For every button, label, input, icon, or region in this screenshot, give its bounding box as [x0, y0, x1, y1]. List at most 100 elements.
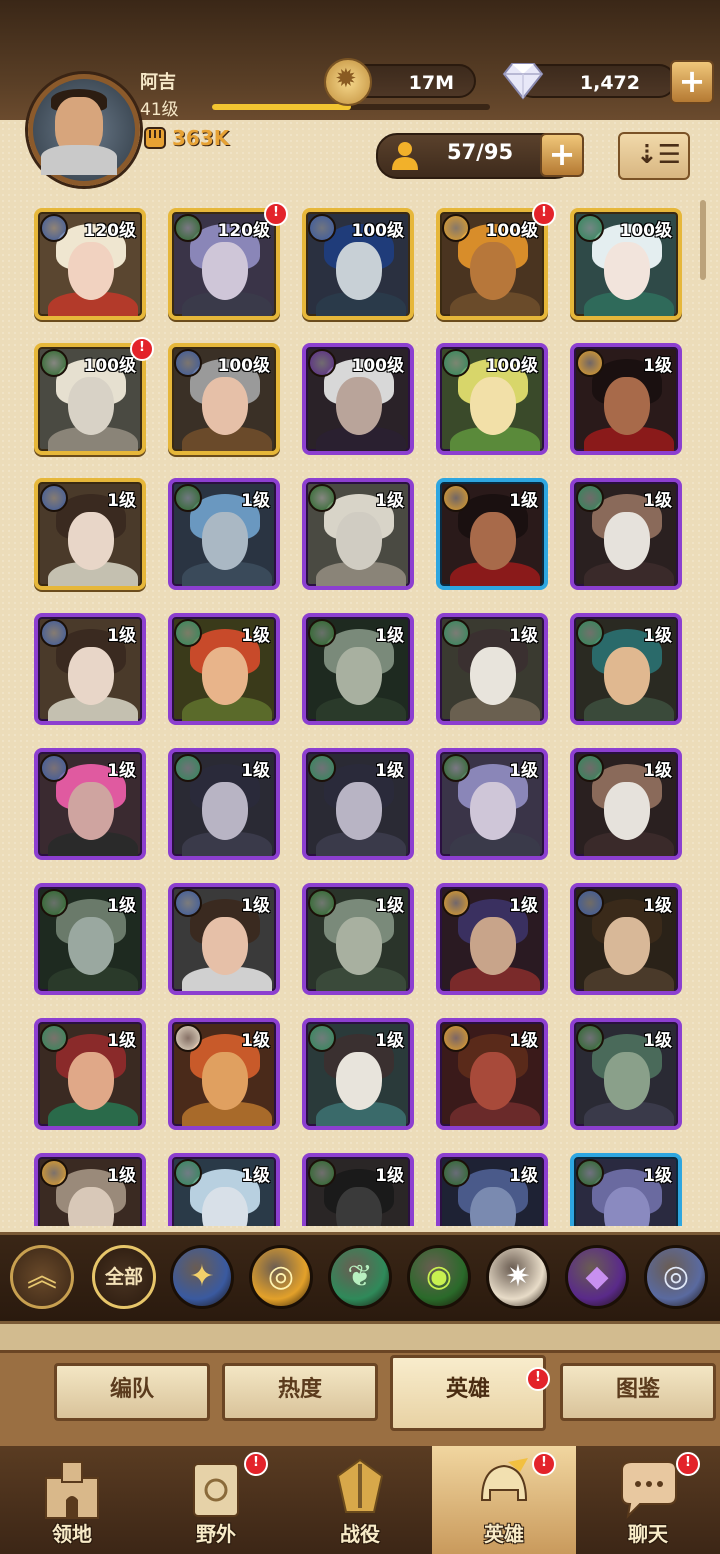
hero-card[interactable]: 1级 — [302, 613, 414, 725]
hero-card[interactable]: 1级 — [570, 1153, 682, 1226]
filter-graveborn-button[interactable]: ◉ — [407, 1245, 471, 1309]
hero-card[interactable]: 100级 — [34, 343, 146, 455]
hero-portrait-face — [202, 242, 248, 300]
faction-wilder-icon — [442, 619, 470, 647]
hero-level: 1级 — [509, 761, 538, 781]
faction-graveborn-icon — [308, 619, 336, 647]
hero-portrait-face — [470, 782, 516, 840]
filter-celestial-alt-button[interactable]: ◎ — [644, 1245, 708, 1309]
hero-card[interactable]: 1级 — [34, 748, 146, 860]
nav-wilds[interactable]: 野外 ! — [144, 1446, 288, 1554]
filter-dimensional-button[interactable]: ✷ — [486, 1245, 550, 1309]
hero-portrait-face — [604, 782, 650, 840]
nav-campaign-label: 战役 — [340, 1522, 380, 1546]
subtab-formation[interactable]: 编队 — [54, 1363, 210, 1421]
filter-wilder-button[interactable]: ❦ — [328, 1245, 392, 1309]
hero-card[interactable]: 1级 — [168, 1018, 280, 1130]
hero-card[interactable]: 100级 — [168, 343, 280, 455]
hero-card[interactable]: 1级 — [436, 478, 548, 590]
hero-card[interactable]: 1级 — [570, 1018, 682, 1130]
hero-card[interactable]: 1级 — [436, 1018, 548, 1130]
nav-chat[interactable]: 聊天 ! — [576, 1446, 720, 1554]
hero-card[interactable]: 1级 — [34, 1018, 146, 1130]
faction-celestial-icon — [174, 349, 202, 377]
hero-card[interactable]: 1级 — [168, 1153, 280, 1226]
hero-card[interactable]: 1级 — [436, 1153, 548, 1226]
hero-card[interactable]: 100级 — [436, 343, 548, 455]
hero-card[interactable]: 1级 — [570, 883, 682, 995]
hero-level: 1级 — [509, 1031, 538, 1051]
faction-wilder-icon — [174, 619, 202, 647]
hero-card[interactable]: 1级 — [302, 478, 414, 590]
fist-power-icon — [144, 127, 166, 149]
nav-territory[interactable]: 领地 — [0, 1446, 144, 1554]
player-avatar[interactable] — [28, 74, 140, 186]
hero-level: 1级 — [107, 761, 136, 781]
hero-card[interactable]: 1级 — [168, 613, 280, 725]
hero-level: 100级 — [485, 221, 539, 241]
faction-filter-bar: ︽ 全部 ✦ ◎ ❦ ◉ ✷ ◆ ◎ — [0, 1232, 720, 1324]
hero-level: 1级 — [509, 896, 538, 916]
nav-wilds-label: 野外 — [196, 1522, 236, 1546]
buy-gems-button[interactable]: + — [670, 60, 714, 104]
hero-card[interactable]: 1级 — [168, 478, 280, 590]
hero-card[interactable]: 1级 — [570, 613, 682, 725]
hero-portrait-face — [604, 242, 650, 300]
sort-icon: ⇣☰ — [636, 140, 682, 170]
hero-card[interactable]: 120级 — [168, 208, 280, 320]
faction-lightbearer-icon — [442, 214, 470, 242]
hero-card[interactable]: 100级 — [570, 208, 682, 320]
hero-card[interactable]: 1级 — [436, 883, 548, 995]
hero-card[interactable]: 1级 — [436, 748, 548, 860]
hero-card[interactable]: 1级 — [34, 613, 146, 725]
faction-celestial-icon — [40, 754, 68, 782]
hero-card[interactable]: 1级 — [168, 748, 280, 860]
hero-card[interactable]: 100级 — [436, 208, 548, 320]
dimensional-faction-icon: ✷ — [505, 1259, 531, 1294]
hero-portrait-face — [68, 242, 114, 300]
filter-hypogean-button[interactable]: ◆ — [565, 1245, 629, 1309]
faction-lightbearer-icon — [576, 349, 604, 377]
hero-level: 1级 — [643, 896, 672, 916]
hero-card[interactable]: 1级 — [34, 1153, 146, 1226]
castle-icon — [45, 1461, 99, 1519]
hero-level: 1级 — [241, 491, 270, 511]
lightbearer-faction-icon: ◎ — [267, 1259, 295, 1294]
hero-card[interactable]: 1级 — [302, 1018, 414, 1130]
hero-card[interactable]: 1级 — [570, 478, 682, 590]
person-icon — [392, 142, 418, 170]
expand-roster-button[interactable]: + — [540, 133, 584, 177]
hero-card[interactable]: 100级 — [302, 343, 414, 455]
hero-card[interactable]: 1级 — [302, 1153, 414, 1226]
filter-celestial-button[interactable]: ✦ — [170, 1245, 234, 1309]
hero-card[interactable]: 1级 — [570, 343, 682, 455]
scrollbar[interactable] — [700, 200, 706, 280]
hero-card[interactable]: 1级 — [302, 748, 414, 860]
hero-card[interactable]: 1级 — [570, 748, 682, 860]
collapse-button[interactable]: ︽ — [10, 1245, 74, 1309]
faction-graveborn-icon — [174, 214, 202, 242]
filter-lightbearer-button[interactable]: ◎ — [249, 1245, 313, 1309]
hero-card[interactable]: 120级 — [34, 208, 146, 320]
hero-portrait-face — [202, 377, 248, 435]
hero-alert-badge: ! — [130, 337, 154, 361]
hero-card[interactable]: 1级 — [436, 613, 548, 725]
filter-all-button[interactable]: 全部 — [92, 1245, 156, 1309]
hero-card[interactable]: 1级 — [34, 883, 146, 995]
nav-campaign[interactable]: 战役 — [288, 1446, 432, 1554]
hero-card[interactable]: 1级 — [34, 478, 146, 590]
sort-button[interactable]: ⇣☰ — [618, 132, 690, 180]
hero-card[interactable]: 1级 — [168, 883, 280, 995]
hero-card[interactable]: 100级 — [302, 208, 414, 320]
subtab-popularity[interactable]: 热度 — [222, 1363, 378, 1421]
subtab-heroes[interactable]: 英雄 — [390, 1355, 546, 1431]
subtab-codex[interactable]: 图鉴 — [560, 1363, 716, 1421]
nav-heroes[interactable]: 英雄 ! — [432, 1446, 576, 1554]
faction-wilder-icon — [40, 1024, 68, 1052]
hero-level: 1级 — [509, 626, 538, 646]
helmet-icon — [480, 1458, 528, 1501]
hero-portrait-face — [68, 647, 114, 705]
hero-card[interactable]: 1级 — [302, 883, 414, 995]
nav-territory-label: 领地 — [52, 1522, 92, 1546]
faction-celestial-icon — [40, 619, 68, 647]
